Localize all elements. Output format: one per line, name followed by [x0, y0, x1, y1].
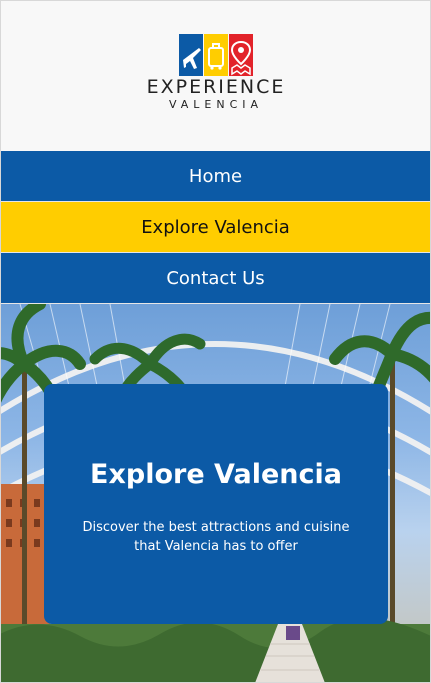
logo-wordmark: EXPERIENCE — [146, 76, 286, 98]
logo-subtitle: VALENCIA — [168, 98, 264, 111]
hero-card: Explore Valencia Discover the best attra… — [44, 384, 388, 624]
map-pin-icon — [229, 34, 253, 76]
nav-item-home[interactable]: Home — [0, 151, 431, 202]
plane-icon — [179, 34, 203, 76]
suitcase-icon — [204, 34, 228, 76]
site-header: EXPERIENCE VALENCIA — [0, 0, 431, 151]
main-navigation: Home Explore Valencia Contact Us — [0, 151, 431, 304]
nav-item-contact-us[interactable]: Contact Us — [0, 253, 431, 304]
nav-item-explore-valencia[interactable]: Explore Valencia — [0, 202, 431, 253]
site-logo[interactable]: EXPERIENCE VALENCIA — [145, 34, 287, 114]
logo-icons — [179, 34, 253, 76]
hero-description: Discover the best attractions and cuisin… — [82, 520, 350, 554]
hero-title: Explore Valencia — [90, 459, 342, 490]
hero-section: Explore Valencia Discover the best attra… — [0, 304, 431, 683]
